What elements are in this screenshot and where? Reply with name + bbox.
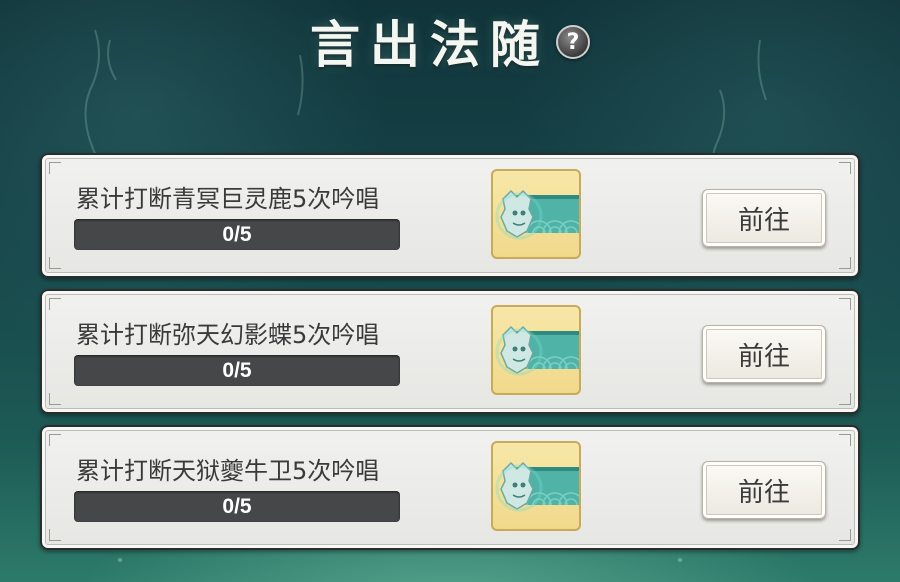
- task-progress-text: 0/5: [222, 494, 252, 518]
- card-corner-ornament: [839, 162, 851, 174]
- header: 言出法随 ?: [0, 6, 900, 76]
- card-corner-ornament: [839, 257, 851, 269]
- go-button[interactable]: 前往: [702, 325, 826, 383]
- card-corner-ornament: [49, 434, 61, 446]
- task-card-1: 累计打断青冥巨灵鹿5次吟唱 0/5 前往: [40, 153, 860, 278]
- task-progress-bar: 0/5: [74, 219, 400, 250]
- jade-beast-badge-icon: [495, 325, 579, 376]
- jade-beast-badge-icon: [495, 461, 579, 512]
- help-icon-button[interactable]: ?: [556, 25, 590, 59]
- card-corner-ornament: [49, 298, 61, 310]
- task-title: 累计打断弥天幻影蝶5次吟唱: [76, 321, 380, 349]
- card-corner-ornament: [839, 298, 851, 310]
- go-button[interactable]: 前往: [702, 189, 826, 247]
- card-corner-ornament: [49, 257, 61, 269]
- task-progress-bar: 0/5: [74, 355, 400, 386]
- card-corner-ornament: [49, 529, 61, 541]
- reward-item-slot[interactable]: [491, 305, 581, 395]
- task-progress-text: 0/5: [222, 358, 252, 382]
- task-card-3: 累计打断天狱夔牛卫5次吟唱 0/5 前往: [40, 425, 860, 550]
- card-corner-ornament: [839, 529, 851, 541]
- card-corner-ornament: [839, 434, 851, 446]
- task-card-2: 累计打断弥天幻影蝶5次吟唱 0/5 前往: [40, 289, 860, 414]
- reward-item-slot[interactable]: [491, 441, 581, 531]
- task-list: 累计打断青冥巨灵鹿5次吟唱 0/5 前往 累计打断弥天幻影蝶5次吟唱 0/5 前…: [40, 153, 860, 561]
- card-corner-ornament: [49, 393, 61, 405]
- task-title: 累计打断青冥巨灵鹿5次吟唱: [76, 185, 380, 213]
- task-progress-bar: 0/5: [74, 491, 400, 522]
- page-title: 言出法随: [310, 15, 550, 74]
- task-progress-text: 0/5: [222, 222, 252, 246]
- task-title: 累计打断天狱夔牛卫5次吟唱: [76, 457, 380, 485]
- reward-item-slot[interactable]: [491, 169, 581, 259]
- go-button[interactable]: 前往: [702, 461, 826, 519]
- jade-beast-badge-icon: [495, 189, 579, 240]
- card-corner-ornament: [49, 162, 61, 174]
- card-corner-ornament: [839, 393, 851, 405]
